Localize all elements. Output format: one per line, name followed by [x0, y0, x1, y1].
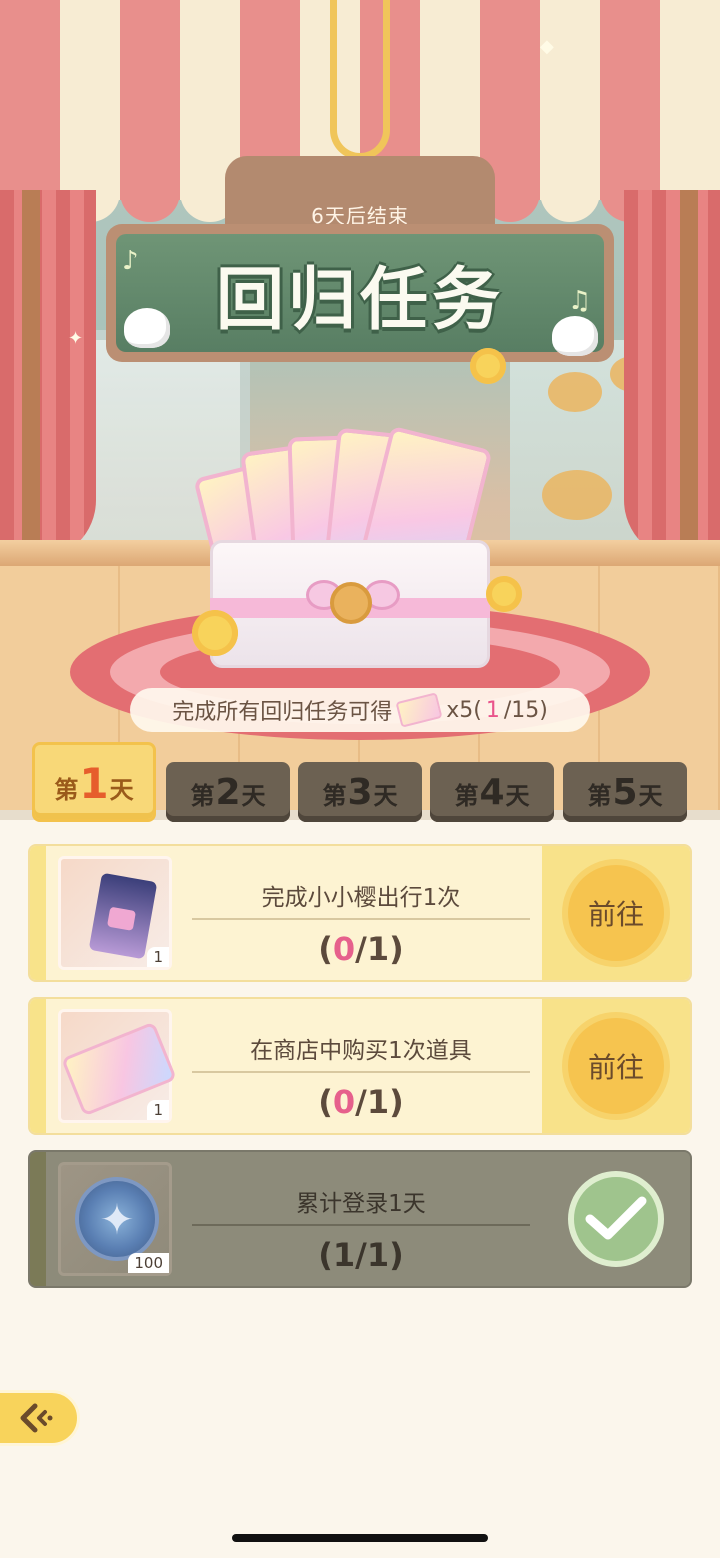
- task-progress: (0/1): [318, 1083, 404, 1121]
- awning-scallop: [540, 170, 600, 222]
- reward-progress-done: 1: [485, 697, 500, 723]
- tab-number: 1: [79, 759, 109, 808]
- go-button[interactable]: 前往: [568, 1018, 664, 1114]
- task-stripe: [30, 999, 46, 1133]
- right-pillar: [680, 190, 698, 550]
- tab-suffix: 天: [638, 782, 663, 810]
- tab-prefix: 第: [322, 782, 347, 810]
- title-board: 回归任务: [106, 224, 614, 362]
- title-board-inner: 回归任务: [116, 234, 604, 352]
- tab-day-5[interactable]: 第5天: [563, 762, 687, 822]
- tab-prefix: 第: [587, 782, 612, 810]
- music-note-icon: ♫: [568, 286, 592, 316]
- tab-number: 4: [479, 772, 505, 813]
- task-title: 累计登录1天: [296, 1191, 426, 1217]
- completed-check: [568, 1171, 664, 1267]
- travel-ticket-icon: [88, 872, 158, 960]
- task-card: 1 完成小小樱出行1次 (0/1) 前往: [28, 844, 692, 982]
- reward-text: 完成所有回归任务可得: [172, 700, 393, 725]
- progress-target: 1: [366, 1236, 390, 1274]
- item-count: 100: [128, 1253, 169, 1273]
- flower-icon: [470, 348, 506, 384]
- task-title: 完成小小樱出行1次: [261, 885, 461, 911]
- day-tabs: 第1天 第2天 第3天 第4天 第5天: [32, 742, 692, 826]
- right-curtain: [624, 190, 720, 560]
- bird-left-icon: [124, 308, 170, 348]
- sparkle-icon: ✦: [68, 328, 84, 349]
- item-count: 1: [147, 947, 169, 967]
- task-progress: (0/1): [318, 930, 404, 968]
- task-stripe: [30, 846, 46, 980]
- task-title: 在商店中购买1次道具: [250, 1038, 472, 1064]
- task-divider: [192, 1224, 530, 1226]
- progress-target: 1: [366, 930, 390, 968]
- tab-day-2[interactable]: 第2天: [166, 762, 290, 822]
- bird-right-icon: [552, 316, 598, 356]
- tab-prefix: 第: [190, 782, 215, 810]
- reward-progress-total: /15): [503, 697, 548, 723]
- tab-number: 2: [215, 772, 241, 813]
- task-card-completed: ✦ 100 累计登录1天 (1/1): [28, 1150, 692, 1288]
- tab-number: 3: [347, 772, 373, 813]
- event-banner: 6天后结束 回归任务 ♪ ♫ ✦ ◆ 完成所有回归任务可得 x5(1/15): [0, 0, 720, 812]
- reward-summary: 完成所有回归任务可得 x5(1/15): [130, 688, 590, 732]
- tab-suffix: 天: [109, 776, 134, 804]
- progress-target: 1: [366, 1083, 390, 1121]
- star-coin-icon: ✦: [75, 1177, 159, 1261]
- task-action-area: [542, 1152, 690, 1286]
- checkmark-icon: [585, 1196, 647, 1240]
- back-button[interactable]: [0, 1390, 80, 1446]
- progress-current: 0: [332, 1083, 356, 1121]
- task-action-area: 前往: [542, 846, 690, 980]
- task-divider: [192, 918, 530, 920]
- tab-day-4[interactable]: 第4天: [430, 762, 554, 822]
- go-button[interactable]: 前往: [568, 865, 664, 961]
- tab-day-1[interactable]: 第1天: [32, 742, 156, 822]
- task-stripe: [30, 1152, 46, 1286]
- wax-seal-icon: [330, 582, 372, 624]
- home-indicator[interactable]: [232, 1534, 488, 1542]
- bread-decoration: [548, 372, 602, 412]
- tab-number: 5: [612, 772, 638, 813]
- left-curtain: [0, 190, 96, 560]
- tab-prefix: 第: [54, 776, 79, 804]
- tab-day-3[interactable]: 第3天: [298, 762, 422, 822]
- progress-current: 0: [332, 930, 356, 968]
- sparkle-icon: ◆: [540, 36, 554, 57]
- task-action-area: 前往: [542, 999, 690, 1133]
- task-card: 1 在商店中购买1次道具 (0/1) 前往: [28, 997, 692, 1135]
- item-count: 1: [147, 1100, 169, 1120]
- left-pillar: [22, 190, 40, 550]
- tab-suffix: 天: [373, 782, 398, 810]
- reward-item[interactable]: 1: [58, 1009, 177, 1123]
- bread-decoration: [542, 470, 612, 520]
- reward-ticket-icon: [395, 692, 443, 728]
- reward-item[interactable]: ✦ 100: [58, 1162, 172, 1276]
- sign-rope: [330, 0, 390, 160]
- task-progress: (1/1): [318, 1236, 404, 1274]
- page-title: 回归任务: [215, 260, 504, 340]
- tab-prefix: 第: [454, 782, 479, 810]
- awning-scallop: [120, 170, 180, 222]
- reward-item[interactable]: 1: [58, 856, 172, 970]
- reward-multiplier: x5(: [446, 697, 482, 723]
- music-note-icon: ♪: [122, 246, 139, 276]
- tab-suffix: 天: [241, 782, 266, 810]
- tab-suffix: 天: [505, 782, 530, 810]
- flower-icon: [192, 610, 238, 656]
- task-divider: [192, 1071, 530, 1073]
- progress-current: 1: [332, 1236, 356, 1274]
- flower-icon: [486, 576, 522, 612]
- back-arrow-icon: [20, 1403, 53, 1433]
